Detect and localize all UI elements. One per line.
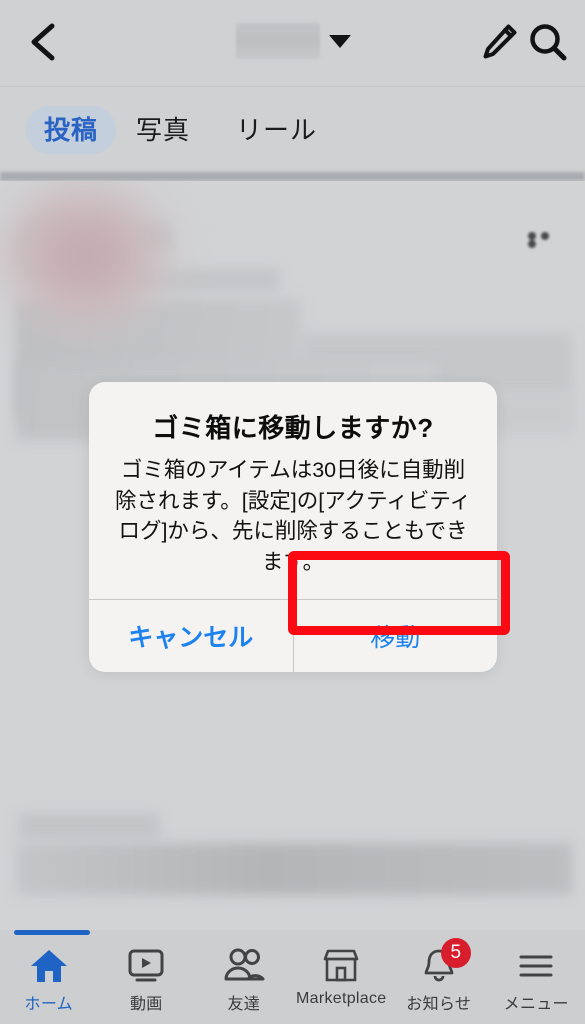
home-icon <box>29 944 69 988</box>
nav-item-menu[interactable]: メニュー <box>488 930 585 1024</box>
bottom-navigation-bar: ホーム 動画 友達 Marketplace 5 お知らせ メニュー <box>0 930 585 1024</box>
active-tab-indicator <box>14 930 90 935</box>
nav-item-marketplace[interactable]: Marketplace <box>293 930 391 1024</box>
nav-label-home: ホーム <box>24 996 73 1013</box>
app-screen: 投稿 写真 リール ゴミ箱に移動しますか? ゴミ箱のアイテムは30日後に自動削除… <box>0 0 585 1024</box>
nav-label-marketplace: Marketplace <box>296 990 387 1007</box>
modal-layer: ゴミ箱に移動しますか? ゴミ箱のアイテムは30日後に自動削除されます。[設定]の… <box>0 0 585 1024</box>
annotation-highlight-box <box>288 551 510 635</box>
nav-item-notifications[interactable]: 5 お知らせ <box>390 930 488 1024</box>
notification-badge: 5 <box>440 938 471 968</box>
nav-label-menu: メニュー <box>503 996 569 1013</box>
nav-label-video: 動画 <box>129 996 163 1013</box>
nav-item-home[interactable]: ホーム <box>0 930 98 1024</box>
nav-label-friends: 友達 <box>227 996 261 1013</box>
nav-label-notifications: お知らせ <box>406 996 472 1013</box>
nav-item-video[interactable]: 動画 <box>98 930 196 1024</box>
cancel-button[interactable]: キャンセル <box>89 600 294 673</box>
hamburger-menu-icon <box>516 944 556 988</box>
nav-item-friends[interactable]: 友達 <box>195 930 293 1024</box>
video-icon <box>126 944 166 988</box>
marketplace-icon <box>321 944 361 988</box>
dialog-title: ゴミ箱に移動しますか? <box>152 413 434 443</box>
friends-icon <box>222 944 266 988</box>
